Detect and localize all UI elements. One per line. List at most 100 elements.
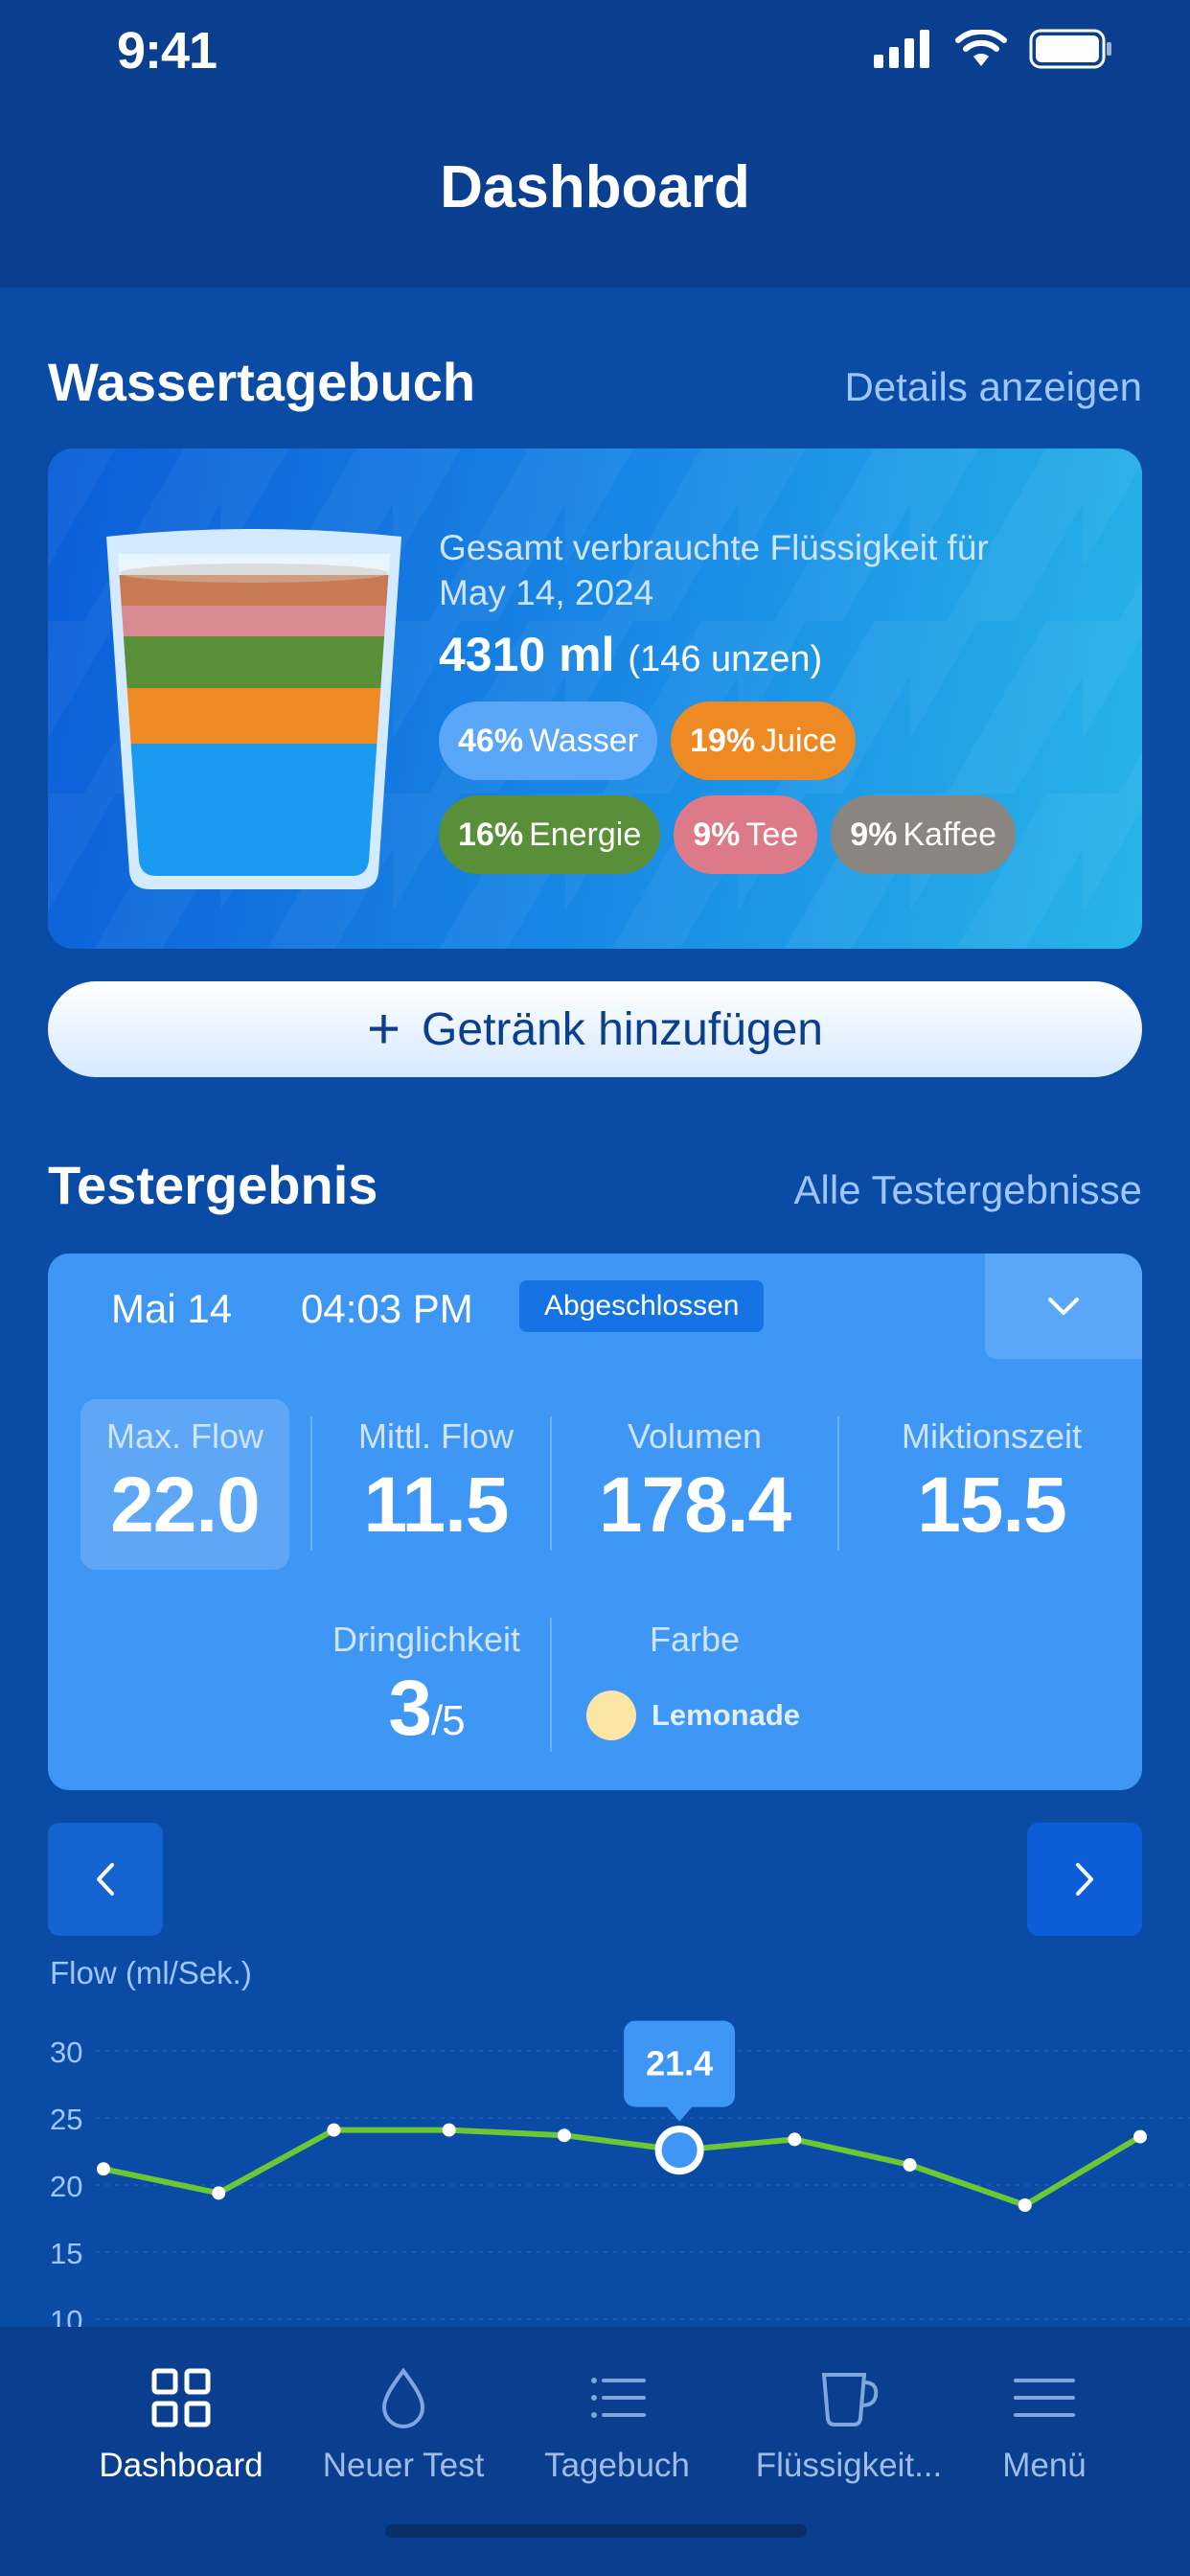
plus-icon: + xyxy=(367,997,401,1061)
urgency-max: /5 xyxy=(430,1697,466,1744)
stat-value: 15.5 xyxy=(917,1461,1067,1549)
chart-y-axis-label: Flow (ml/Sek.) xyxy=(50,1955,252,1990)
tab-diary[interactable]: Tagebuch xyxy=(512,2367,722,2485)
grid-icon xyxy=(151,2368,211,2427)
status-bar: 9:41 xyxy=(0,0,1190,105)
status-time: 9:41 xyxy=(117,22,217,80)
previous-button[interactable] xyxy=(48,1823,163,1936)
expand-toggle[interactable] xyxy=(985,1254,1142,1359)
pill-percent: 9% xyxy=(850,816,898,853)
pill-wasser: 46% Wasser xyxy=(439,702,658,780)
signal-icon xyxy=(874,30,929,68)
add-drink-label: Getränk hinzufügen xyxy=(422,1003,823,1055)
chart-point-selected xyxy=(654,2126,704,2175)
water-diary-header: Wassertagebuch Details anzeigen xyxy=(48,351,1142,413)
flow-chart[interactable]: Flow (ml/Sek.) 30 25 20 15 10 21.4 xyxy=(0,1955,1190,2329)
total-ml: 4310 ml xyxy=(439,628,615,681)
stat-value: 11.5 xyxy=(363,1461,509,1549)
pill-tee: 9% Tee xyxy=(674,795,818,874)
chart-y-tick-label: 30 xyxy=(50,2036,82,2069)
pill-label: Energie xyxy=(529,816,642,853)
stat-urgency: Dringlichkeit 3/5 xyxy=(307,1620,546,1754)
stat-label: Volumen xyxy=(627,1416,763,1456)
page-title: Dashboard xyxy=(440,154,750,220)
pill-label: Kaffee xyxy=(903,816,997,853)
test-result-card[interactable]: Mai 14 04:03 PM Abgeschlossen Max. Flow … xyxy=(48,1254,1142,1790)
tooltip-pointer xyxy=(666,2105,694,2122)
battery-icon xyxy=(1029,29,1111,69)
pill-juice: 19% Juice xyxy=(671,702,857,780)
chart-point xyxy=(327,2123,341,2137)
stat-volume: Volumen 178.4 xyxy=(565,1416,824,1551)
total-label: Gesamt verbrauchte Flüssigkeit für xyxy=(439,528,989,567)
stat-label: Miktionszeit xyxy=(901,1416,1083,1456)
home-indicator xyxy=(385,2524,807,2538)
stat-label: Max. Flow xyxy=(105,1416,264,1456)
tab-new-test[interactable]: Neuer Test xyxy=(298,2367,509,2485)
stat-color: Farbe xyxy=(565,1620,920,1660)
chevron-down-icon xyxy=(1048,1298,1079,1315)
water-diary-title: Wassertagebuch xyxy=(48,352,476,412)
tab-menu[interactable]: Menü xyxy=(939,2367,1150,2485)
total-amount: 4310 ml (146 unzen) xyxy=(439,627,1110,682)
next-button[interactable] xyxy=(1027,1823,1142,1936)
chart-point xyxy=(442,2123,456,2137)
tab-label: Neuer Test xyxy=(322,2447,485,2484)
water-diary-card[interactable]: Gesamt verbrauchte Flüssigkeit für May 1… xyxy=(48,448,1142,949)
divider xyxy=(550,1618,552,1752)
tab-label: Tagebuch xyxy=(544,2447,690,2484)
pill-energie: 16% Energie xyxy=(439,795,661,874)
water-info: Gesamt verbrauchte Flüssigkeit für May 1… xyxy=(439,525,1110,874)
pill-label: Wasser xyxy=(529,722,639,759)
chart-y-tick-label: 10 xyxy=(50,2304,82,2329)
chart-point xyxy=(903,2158,917,2172)
test-time: 04:03 PM xyxy=(301,1286,473,1331)
add-drink-button[interactable]: + Getränk hinzufügen xyxy=(48,981,1142,1077)
status-badge: Abgeschlossen xyxy=(519,1280,765,1332)
tab-fluids[interactable]: Flüssigkeit... xyxy=(744,2367,954,2485)
urine-color-name: Lemonade xyxy=(652,1698,801,1732)
test-card-header: Mai 14 04:03 PM Abgeschlossen xyxy=(48,1254,1142,1359)
pill-percent: 46% xyxy=(458,722,524,759)
stat-value: 178.4 xyxy=(598,1461,791,1549)
chart-y-tick-label: 15 xyxy=(50,2237,82,2270)
chevron-right-icon xyxy=(1076,1863,1093,1896)
stat-mean-flow: Mittl. Flow 11.5 xyxy=(326,1416,546,1551)
pill-label: Juice xyxy=(761,722,837,759)
tab-label: Menü xyxy=(1002,2447,1087,2484)
pill-label: Tee xyxy=(745,816,799,853)
pill-percent: 19% xyxy=(690,722,756,759)
chart-series-line xyxy=(103,2127,1142,2208)
stat-voiding-time: Miktionszeit 15.5 xyxy=(853,1416,1131,1551)
tab-label: Dashboard xyxy=(99,2447,263,2484)
chart-point xyxy=(1133,2129,1147,2144)
details-link[interactable]: Details anzeigen xyxy=(844,364,1142,410)
chevron-left-icon xyxy=(97,1863,114,1896)
pill-kaffee: 9% Kaffee xyxy=(831,795,1017,874)
urgency-score: 3 xyxy=(388,1665,432,1752)
divider xyxy=(837,1416,839,1551)
tab-bar: Dashboard Neuer Test Tagebuch Flüssigkei… xyxy=(0,2327,1190,2576)
urgency-value: 3/5 xyxy=(307,1664,546,1754)
chart-y-tick-label: 20 xyxy=(50,2170,82,2203)
stat-label: Mittl. Flow xyxy=(358,1416,514,1456)
menu-icon xyxy=(1014,2379,1075,2417)
list-icon xyxy=(591,2378,646,2418)
stat-label: Dringlichkeit xyxy=(332,1620,521,1659)
test-result-title: Testergebnis xyxy=(48,1155,378,1215)
tooltip-value: 21.4 xyxy=(646,2044,713,2083)
total-date: May 14, 2024 xyxy=(439,573,654,612)
all-results-link[interactable]: Alle Testergebnisse xyxy=(794,1167,1142,1213)
chart-tooltip: 21.4 xyxy=(624,2020,736,2122)
test-result-header: Testergebnis Alle Testergebnisse xyxy=(48,1154,1142,1216)
tab-dashboard[interactable]: Dashboard xyxy=(76,2367,286,2485)
cup-icon xyxy=(821,2373,879,2426)
tab-label: Flüssigkeit... xyxy=(755,2447,943,2484)
stat-label: Farbe xyxy=(649,1620,741,1659)
wifi-icon xyxy=(955,30,1007,66)
glass-icon xyxy=(106,529,401,889)
divider xyxy=(310,1416,312,1551)
pill-percent: 9% xyxy=(693,816,741,853)
test-date: Mai 14 xyxy=(111,1286,233,1331)
pill-percent: 16% xyxy=(458,816,524,853)
